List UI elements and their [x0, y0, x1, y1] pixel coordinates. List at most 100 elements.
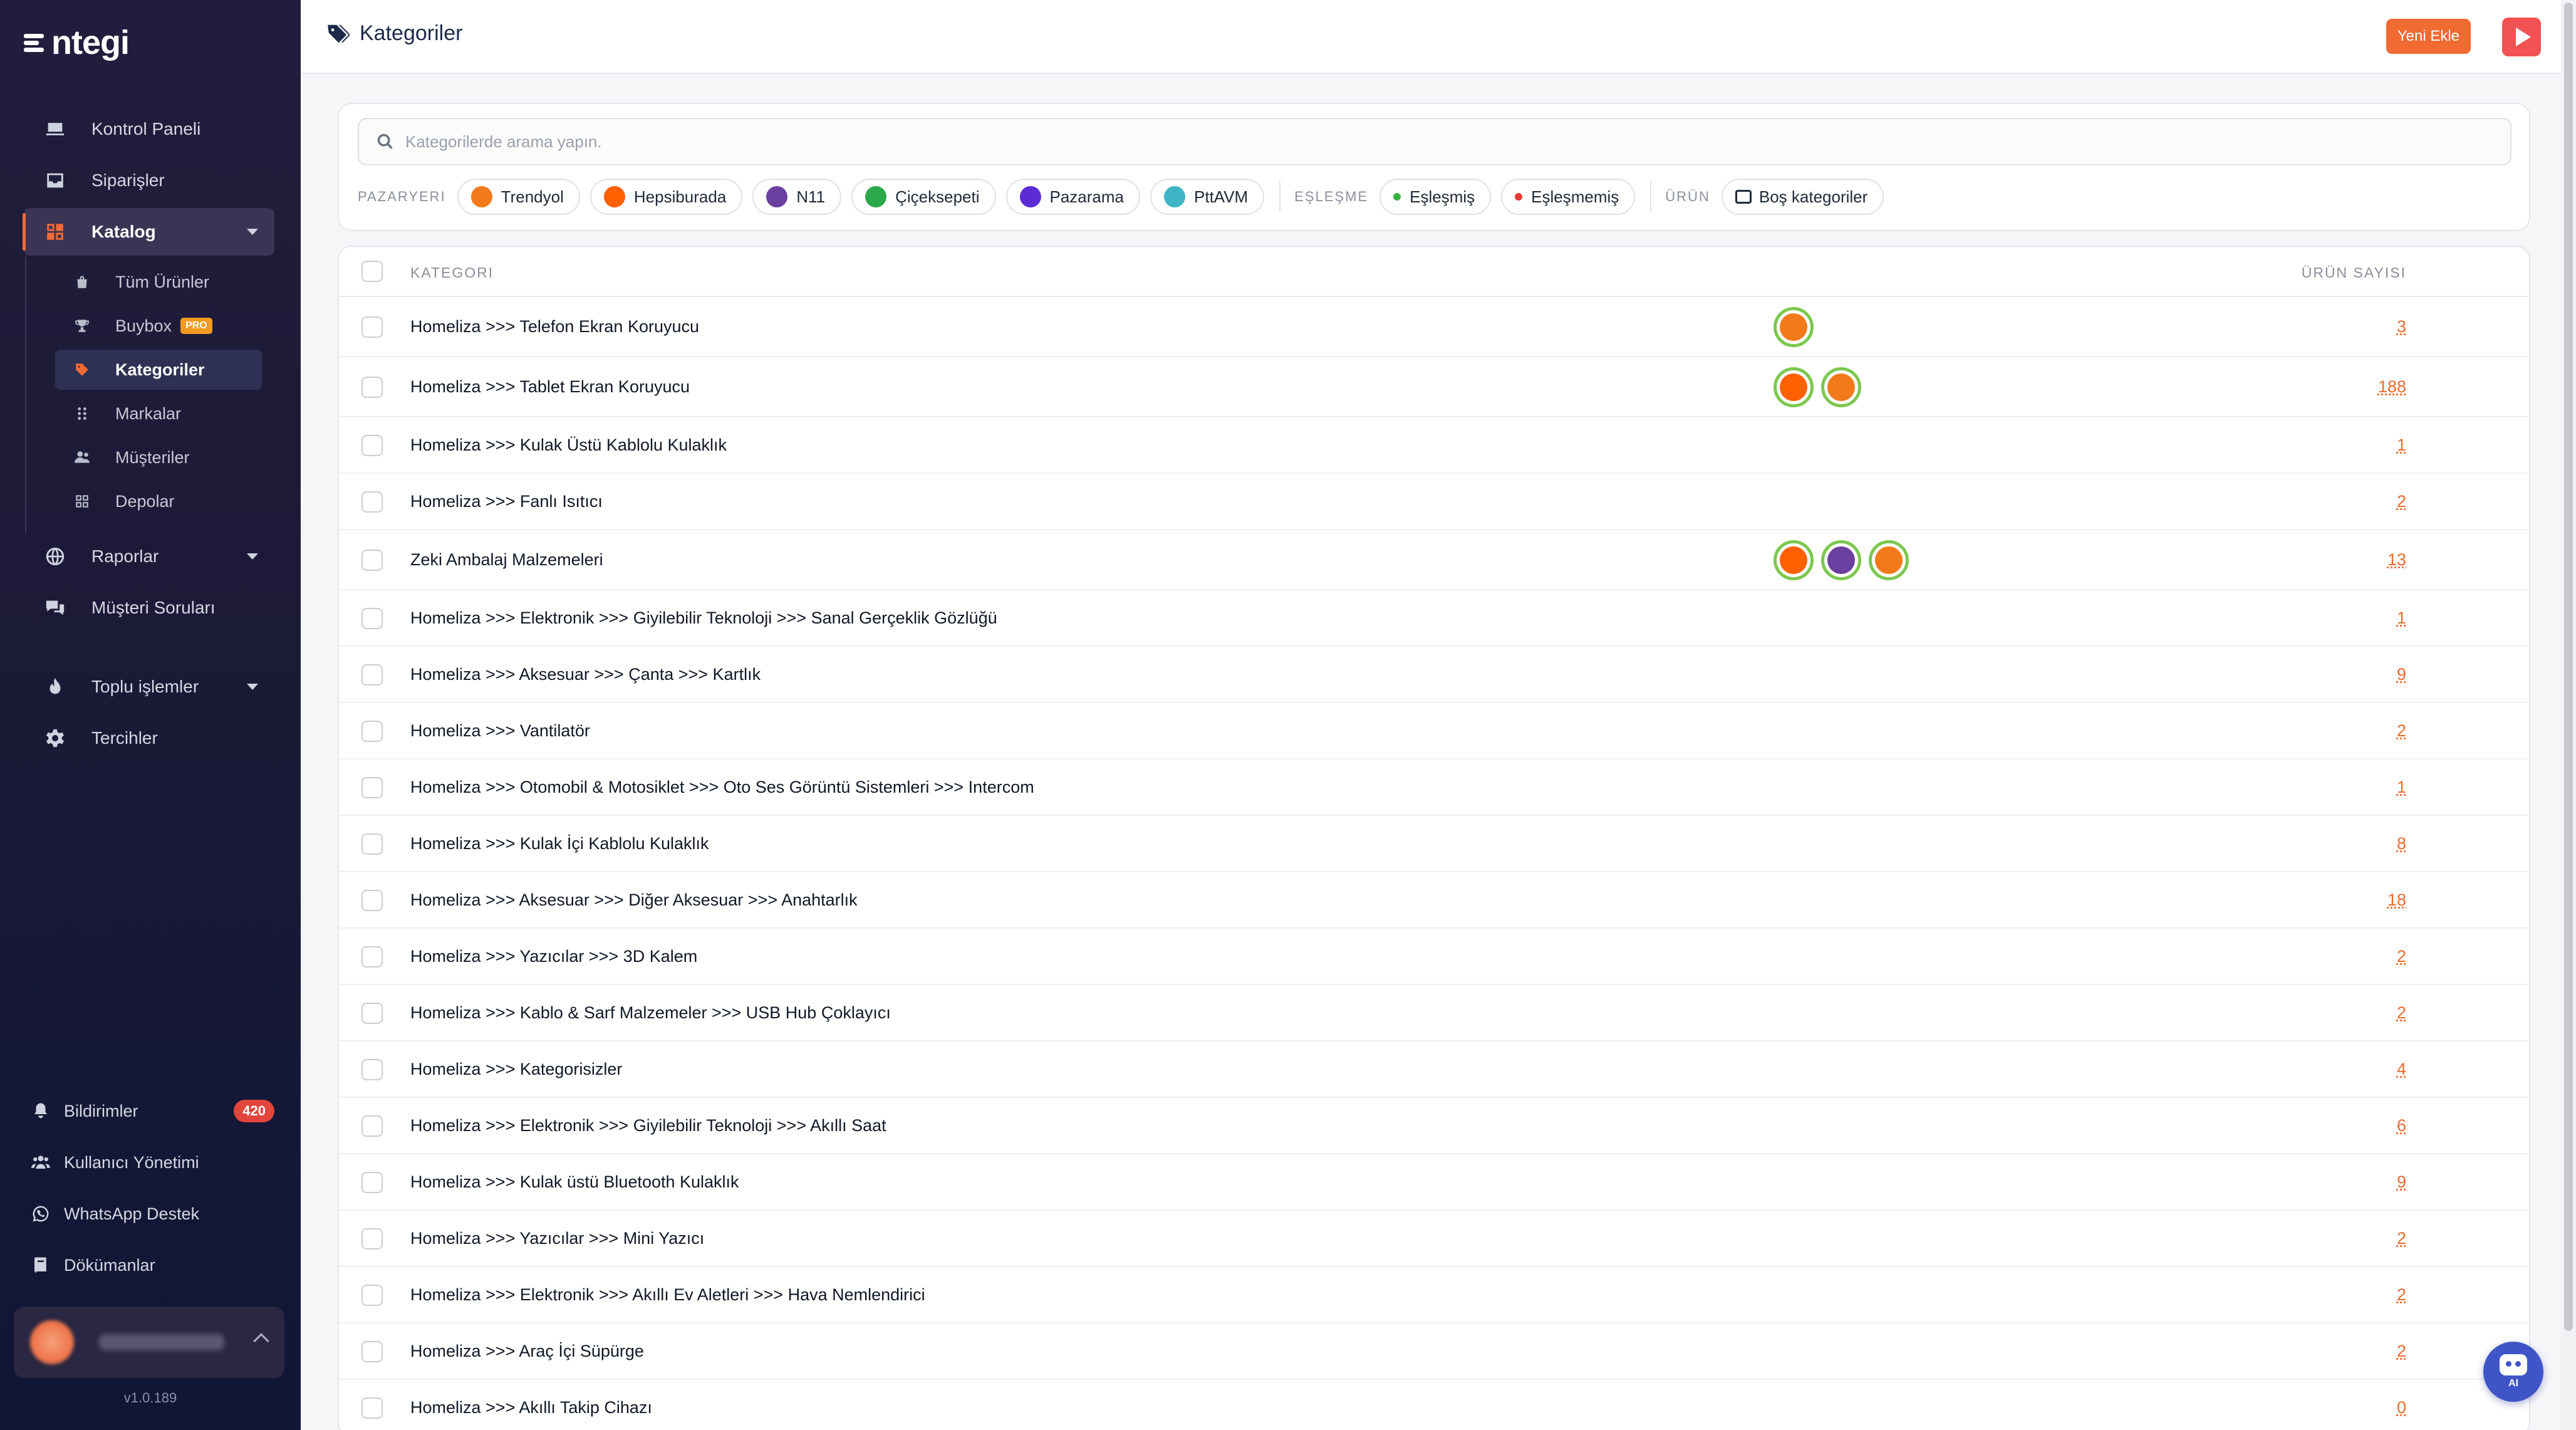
row-checkbox[interactable] [361, 1059, 383, 1080]
sidebar-item-musteriler[interactable]: Müşteriler [55, 437, 262, 478]
product-count-link[interactable]: 8 [2397, 834, 2406, 853]
table-row[interactable]: Homeliza >>> Kablo & Sarf Malzemeler >>>… [339, 985, 2529, 1041]
sidebar-item-tercihler[interactable]: Tercihler [24, 714, 274, 762]
scrollbar-thumb[interactable] [2564, 3, 2573, 1331]
row-checkbox[interactable] [361, 608, 383, 629]
table-row[interactable]: Homeliza >>> Aksesuar >>> Diğer Aksesuar… [339, 872, 2529, 929]
product-count-link[interactable]: 13 [2387, 550, 2406, 570]
product-count-link[interactable]: 2 [2397, 1285, 2406, 1305]
product-count-link[interactable]: 1 [2397, 608, 2406, 628]
table-row[interactable]: Homeliza >>> Otomobil & Motosiklet >>> O… [339, 759, 2529, 816]
row-checkbox[interactable] [361, 1003, 383, 1024]
row-checkbox[interactable] [361, 1341, 383, 1362]
sidebar-item-kategoriler[interactable]: Kategoriler [55, 350, 262, 390]
product-count-link[interactable]: 3 [2397, 317, 2406, 337]
row-checkbox[interactable] [361, 1397, 383, 1419]
sidebar-item-tum-urunler[interactable]: Tüm Ürünler [55, 262, 262, 302]
table-row[interactable]: Homeliza >>> Elektronik >>> Akıllı Ev Al… [339, 1267, 2529, 1323]
chip-match-eslesmemis[interactable]: Eşleşmemiş [1501, 179, 1636, 215]
product-count-link[interactable]: 2 [2397, 1229, 2406, 1248]
product-count-link[interactable]: 0 [2397, 1398, 2406, 1417]
row-checkbox[interactable] [361, 777, 383, 798]
trendyol-logo-icon[interactable] [1869, 540, 1909, 580]
select-all-checkbox[interactable] [361, 261, 383, 282]
table-row[interactable]: Homeliza >>> Tablet Ekran Koruyucu 188 [339, 357, 2529, 417]
sidebar-item-kullanici-yonetimi[interactable]: Kullanıcı Yönetimi [30, 1140, 274, 1184]
product-count-link[interactable]: 9 [2397, 665, 2406, 684]
row-checkbox[interactable] [361, 435, 383, 456]
table-row[interactable]: Homeliza >>> Elektronik >>> Giyilebilir … [339, 590, 2529, 647]
product-count-link[interactable]: 2 [2397, 492, 2406, 511]
sidebar-item-raporlar[interactable]: Raporlar [24, 533, 274, 580]
sidebar-item-buybox[interactable]: Buybox PRO [55, 306, 262, 346]
sidebar-item-bildirimler[interactable]: Bildirimler 420 [30, 1089, 274, 1133]
row-checkbox[interactable] [361, 1115, 383, 1137]
sidebar-item-katalog[interactable]: Katalog [23, 208, 274, 256]
product-count-link[interactable]: 2 [2397, 1342, 2406, 1361]
product-count-link[interactable]: 2 [2397, 947, 2406, 966]
chip-marketplace-pazarama[interactable]: Pazarama [1005, 179, 1140, 215]
row-checkbox[interactable] [361, 1228, 383, 1250]
product-count-link[interactable]: 18 [2387, 890, 2406, 910]
product-count-link[interactable]: 2 [2397, 1003, 2406, 1023]
chip-marketplace-n11[interactable]: N11 [752, 179, 842, 215]
sidebar-item-depolar[interactable]: Depolar [55, 481, 262, 521]
chip-empty-categories[interactable]: Boş kategoriler [1721, 179, 1884, 215]
trendyol-logo-icon[interactable] [1774, 307, 1814, 347]
product-count-link[interactable]: 2 [2397, 721, 2406, 741]
product-count-link[interactable]: 1 [2397, 778, 2406, 797]
chip-match-eslesmis[interactable]: Eşleşmiş [1379, 179, 1492, 215]
table-row[interactable]: Homeliza >>> Kategorisizler 4 [339, 1041, 2529, 1098]
ai-assistant-button[interactable]: AI [2483, 1342, 2543, 1402]
row-checkbox[interactable] [361, 1172, 383, 1193]
table-row[interactable]: Homeliza >>> Kulak İçi Kablolu Kulaklık 8 [339, 816, 2529, 872]
sidebar-item-toplu-islemler[interactable]: Toplu işlemler [24, 663, 274, 711]
n11-logo-icon[interactable] [1821, 540, 1861, 580]
sidebar-item-whatsapp-destek[interactable]: WhatsApp Destek [30, 1192, 274, 1236]
sidebar-item-dokumanlar[interactable]: Dökümanlar [30, 1243, 274, 1287]
table-row[interactable]: Zeki Ambalaj Malzemeleri 13 [339, 530, 2529, 590]
table-row[interactable]: Homeliza >>> Fanlı Isıtıcı 2 [339, 474, 2529, 530]
user-menu[interactable] [14, 1307, 284, 1378]
table-row[interactable]: Homeliza >>> Elektronik >>> Giyilebilir … [339, 1098, 2529, 1154]
row-checkbox[interactable] [361, 890, 383, 911]
row-checkbox[interactable] [361, 491, 383, 513]
row-checkbox[interactable] [361, 833, 383, 855]
table-row[interactable]: Homeliza >>> Telefon Ekran Koruyucu 3 [339, 297, 2529, 357]
product-count-link[interactable]: 6 [2397, 1116, 2406, 1135]
row-checkbox[interactable] [361, 316, 383, 338]
row-checkbox[interactable] [361, 664, 383, 686]
chip-marketplace-pttavm[interactable]: PttAVM [1150, 179, 1265, 215]
row-checkbox[interactable] [361, 377, 383, 398]
search-box[interactable] [358, 118, 2511, 165]
row-checkbox[interactable] [361, 946, 383, 968]
table-row[interactable]: Homeliza >>> Kulak Üstü Kablolu Kulaklık… [339, 417, 2529, 474]
product-count-link[interactable]: 4 [2397, 1060, 2406, 1079]
video-tutorial-button[interactable] [2502, 18, 2541, 56]
sidebar-item-siparisler[interactable]: Siparişler [24, 157, 274, 204]
table-row[interactable]: Homeliza >>> Yazıcılar >>> Mini Yazıcı 2 [339, 1211, 2529, 1267]
sidebar-item-markalar[interactable]: Markalar [55, 394, 262, 434]
trendyol-logo-icon[interactable] [1821, 367, 1861, 407]
product-count-link[interactable]: 1 [2397, 436, 2406, 455]
page-scrollbar[interactable] [2561, 0, 2576, 1430]
table-row[interactable]: Homeliza >>> Kulak üstü Bluetooth Kulakl… [339, 1154, 2529, 1211]
product-count-link[interactable]: 188 [2378, 377, 2406, 397]
sidebar-item-musteri-sorulari[interactable]: Müşteri Soruları [24, 584, 274, 632]
chip-marketplace-ciceksepeti[interactable]: Çiçeksepeti [851, 179, 996, 215]
row-checkbox[interactable] [361, 1285, 383, 1306]
table-row[interactable]: Homeliza >>> Vantilatör 2 [339, 703, 2529, 759]
chip-marketplace-trendyol[interactable]: Trendyol [457, 179, 580, 215]
product-count-link[interactable]: 9 [2397, 1172, 2406, 1192]
add-new-button[interactable]: Yeni Ekle [2386, 19, 2471, 54]
row-checkbox[interactable] [361, 550, 383, 571]
table-row[interactable]: Homeliza >>> Aksesuar >>> Çanta >>> Kart… [339, 647, 2529, 703]
brand-logo[interactable]: ntegi [24, 24, 130, 61]
row-checkbox[interactable] [361, 721, 383, 742]
table-row[interactable]: Homeliza >>> Akıllı Takip Cihazı 0 [339, 1380, 2529, 1430]
table-row[interactable]: Homeliza >>> Araç İçi Süpürge 2 [339, 1323, 2529, 1380]
search-input[interactable] [405, 132, 2410, 152]
sidebar-item-kontrol-paneli[interactable]: Kontrol Paneli [24, 105, 274, 153]
hepsiburada-logo-icon[interactable] [1774, 540, 1814, 580]
hepsiburada-logo-icon[interactable] [1774, 367, 1814, 407]
